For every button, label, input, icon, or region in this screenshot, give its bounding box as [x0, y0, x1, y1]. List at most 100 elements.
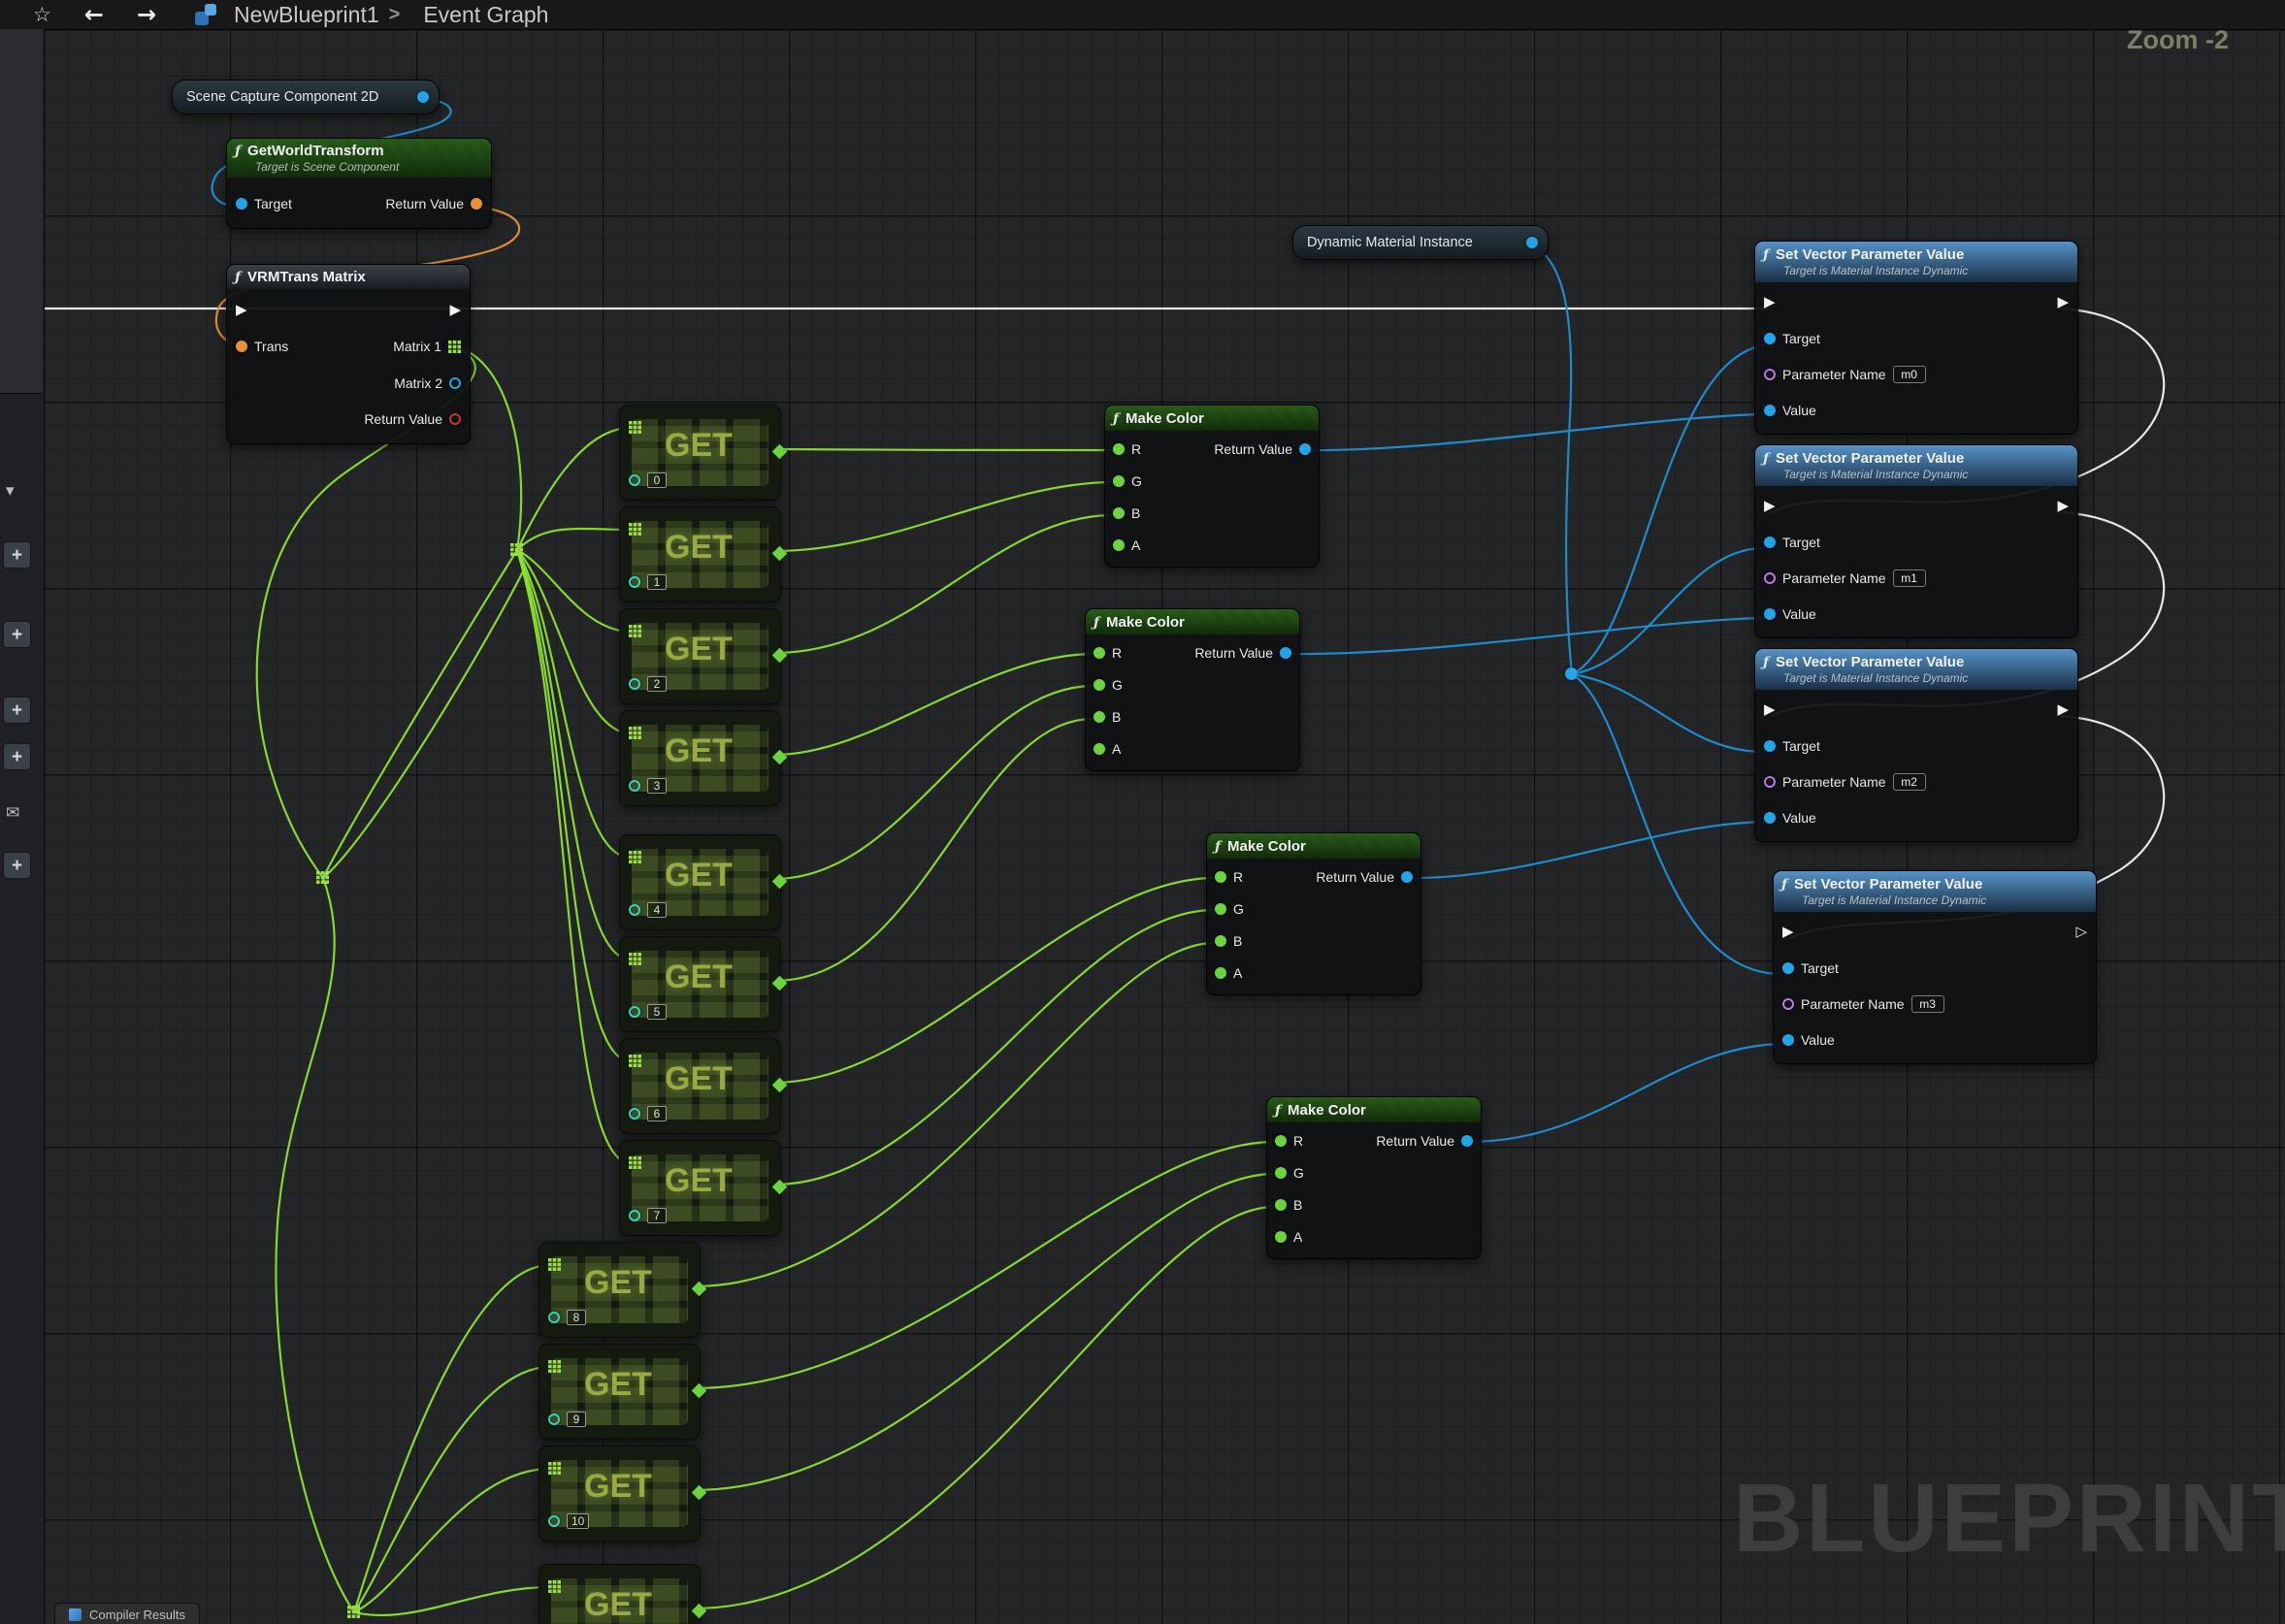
index-value-field[interactable]: 8	[567, 1310, 586, 1325]
value-input-pin[interactable]	[1764, 405, 1776, 416]
matrix1-output-pin[interactable]	[448, 341, 461, 353]
return-value-pin[interactable]	[471, 198, 482, 210]
target-input-pin[interactable]	[1764, 333, 1776, 344]
pin-a[interactable]	[1215, 967, 1226, 979]
mail-icon[interactable]: ✉	[6, 803, 19, 823]
parameter-name-field[interactable]: m3	[1911, 995, 1944, 1013]
array-input-pin[interactable]	[629, 625, 641, 637]
pin-b[interactable]	[1275, 1199, 1287, 1211]
element-output-pin[interactable]	[772, 976, 788, 991]
index-value-field[interactable]: 4	[647, 902, 667, 918]
element-output-pin[interactable]	[692, 1485, 707, 1501]
array-get-node[interactable]: GET 10	[539, 1445, 701, 1542]
parameter-name-field[interactable]: m1	[1893, 569, 1926, 587]
variable-get-node[interactable]: Scene Capture Component 2D	[172, 80, 440, 114]
make-color-node[interactable]: ƒMake Color R Return Value G B A	[1104, 405, 1320, 568]
array-input-pin[interactable]	[629, 1156, 641, 1169]
element-output-pin[interactable]	[692, 1282, 707, 1297]
index-value-field[interactable]: 5	[647, 1004, 667, 1020]
element-output-pin[interactable]	[692, 1383, 707, 1399]
reroute-node-target[interactable]	[1565, 667, 1578, 680]
target-input-pin[interactable]	[236, 198, 247, 210]
index-input-pin[interactable]	[548, 1312, 560, 1323]
parameter-name-field[interactable]: m2	[1893, 773, 1926, 791]
set-vector-parameter-node[interactable]: ƒSet Vector Parameter Value Target is Ma…	[1754, 648, 2078, 842]
parameter-name-pin[interactable]	[1764, 776, 1776, 788]
set-vector-parameter-node[interactable]: ƒSet Vector Parameter Value Target is Ma…	[1754, 444, 2078, 638]
element-output-pin[interactable]	[772, 1180, 788, 1195]
parameter-name-pin[interactable]	[1782, 998, 1794, 1010]
exec-out-pin[interactable]	[2057, 499, 2069, 513]
pin-r[interactable]	[1275, 1135, 1287, 1147]
forward-icon[interactable]: →	[137, 3, 156, 26]
set-vector-parameter-node[interactable]: ƒSet Vector Parameter Value Target is Ma…	[1773, 870, 2097, 1064]
index-input-pin[interactable]	[629, 576, 640, 588]
element-output-pin[interactable]	[692, 1604, 707, 1619]
pin-r[interactable]	[1094, 647, 1105, 659]
parameter-name-pin[interactable]	[1764, 369, 1776, 380]
array-get-node[interactable]: GET 5	[619, 936, 781, 1032]
index-value-field[interactable]: 9	[567, 1412, 586, 1427]
array-input-pin[interactable]	[629, 851, 641, 863]
exec-out-pin[interactable]	[2057, 295, 2069, 309]
variable-output-pin[interactable]	[417, 91, 429, 103]
index-input-pin[interactable]	[629, 678, 640, 690]
pin-a[interactable]	[1094, 743, 1105, 755]
array-get-node[interactable]: GET 0	[619, 405, 781, 501]
parameter-name-pin[interactable]	[1764, 572, 1776, 584]
add-button[interactable]: +	[3, 697, 31, 724]
array-get-node[interactable]: GET 7	[619, 1140, 781, 1236]
array-input-pin[interactable]	[629, 523, 641, 536]
matrix2-output-pin[interactable]	[449, 377, 461, 389]
pin-b[interactable]	[1113, 507, 1125, 519]
index-value-field[interactable]: 10	[567, 1513, 589, 1529]
array-input-pin[interactable]	[629, 1055, 641, 1067]
breadcrumb-blueprint[interactable]: NewBlueprint1	[234, 2, 379, 28]
index-input-pin[interactable]	[629, 474, 640, 486]
index-input-pin[interactable]	[629, 1108, 640, 1120]
array-get-node[interactable]: GET 2	[619, 608, 781, 704]
breadcrumb-graph[interactable]: Event Graph	[423, 2, 548, 28]
array-input-pin[interactable]	[629, 727, 641, 739]
array-get-node[interactable]: GET 4	[619, 834, 781, 930]
make-color-node[interactable]: ƒMake Color R Return Value G B A	[1085, 608, 1300, 771]
pin-r[interactable]	[1215, 871, 1226, 883]
set-vector-parameter-node[interactable]: ƒSet Vector Parameter Value Target is Ma…	[1754, 241, 2078, 435]
return-value-pin[interactable]	[1401, 871, 1413, 883]
make-color-node[interactable]: ƒMake Color R Return Value G B A	[1206, 832, 1421, 995]
index-input-pin[interactable]	[629, 1210, 640, 1221]
array-get-node[interactable]: GET 8	[539, 1242, 701, 1338]
array-input-pin[interactable]	[548, 1580, 561, 1593]
pin-g[interactable]	[1113, 475, 1125, 487]
return-value-pin[interactable]	[1299, 443, 1311, 455]
collapsed-panel[interactable]	[0, 29, 43, 394]
value-input-pin[interactable]	[1764, 812, 1776, 824]
variable-get-node[interactable]: Dynamic Material Instance	[1292, 225, 1549, 260]
pin-r[interactable]	[1113, 443, 1125, 455]
index-value-field[interactable]: 3	[647, 778, 667, 794]
get-world-transform-node[interactable]: ƒGetWorldTransform Target is Scene Compo…	[226, 138, 492, 229]
chevron-down-icon[interactable]: ▾	[6, 481, 15, 501]
exec-out-pin[interactable]	[449, 303, 461, 317]
index-input-pin[interactable]	[548, 1413, 560, 1425]
array-input-pin[interactable]	[629, 953, 641, 965]
pin-a[interactable]	[1113, 539, 1125, 551]
reroute-node-matrix[interactable]	[510, 543, 523, 556]
array-get-node[interactable]: GET 11	[539, 1564, 701, 1624]
back-icon[interactable]: ←	[84, 3, 104, 26]
element-output-pin[interactable]	[772, 750, 788, 765]
exec-in-pin[interactable]	[1764, 295, 1776, 309]
array-get-node[interactable]: GET 1	[619, 506, 781, 602]
element-output-pin[interactable]	[772, 1078, 788, 1093]
target-input-pin[interactable]	[1764, 536, 1776, 548]
element-output-pin[interactable]	[772, 546, 788, 562]
exec-out-pin[interactable]	[2075, 925, 2087, 939]
return-value-pin[interactable]	[1461, 1135, 1473, 1147]
element-output-pin[interactable]	[772, 874, 788, 890]
parameter-name-field[interactable]: m0	[1893, 366, 1926, 383]
array-get-node[interactable]: GET 9	[539, 1344, 701, 1440]
pin-g[interactable]	[1215, 903, 1226, 915]
array-get-node[interactable]: GET 3	[619, 710, 781, 806]
element-output-pin[interactable]	[772, 444, 788, 460]
index-value-field[interactable]: 0	[647, 472, 667, 488]
